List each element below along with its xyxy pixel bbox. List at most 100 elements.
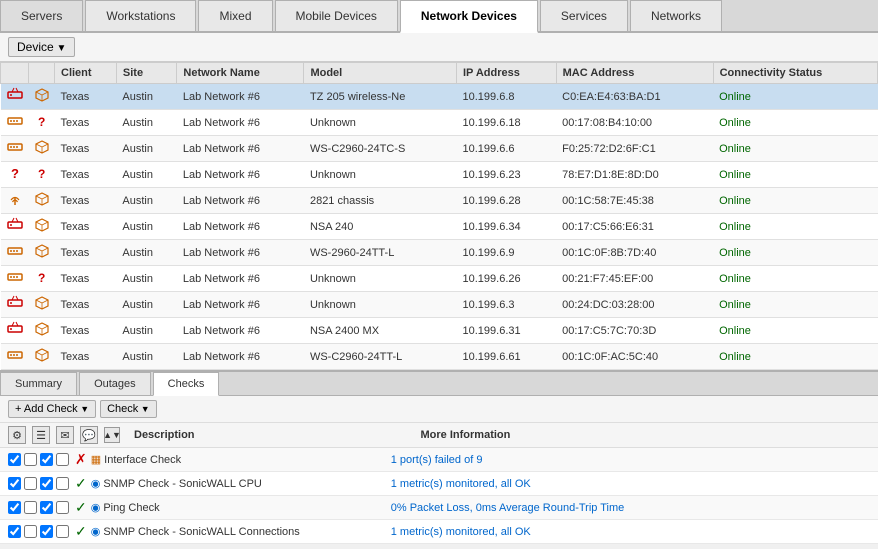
row-site: Austin: [116, 214, 177, 240]
tab-outages[interactable]: Outages: [79, 372, 151, 395]
col-mac[interactable]: MAC Address: [556, 63, 713, 84]
row-icon1: [1, 292, 29, 318]
check-desc-icon: ◉: [91, 477, 101, 490]
table-row[interactable]: Texas Austin Lab Network #6 Unknown 10.1…: [1, 292, 878, 318]
col-network-name[interactable]: Network Name: [177, 63, 304, 84]
table-row[interactable]: Texas Austin Lab Network #6 TZ 205 wirel…: [1, 84, 878, 110]
icon-sq-3[interactable]: ✉: [56, 426, 74, 444]
tab-servers[interactable]: Servers: [0, 0, 83, 31]
tab-services[interactable]: Services: [540, 0, 628, 31]
row-site: Austin: [116, 136, 177, 162]
row-site: Austin: [116, 84, 177, 110]
row-status: Online: [713, 344, 877, 370]
row-icon1: ?: [1, 162, 29, 188]
row-status: Online: [713, 292, 877, 318]
check-status-ok-icon: ✓: [75, 499, 87, 516]
check-more-info[interactable]: 1 metric(s) monitored, all OK: [391, 478, 531, 490]
device-menu-button[interactable]: Device: [8, 37, 75, 57]
row-site: Austin: [116, 292, 177, 318]
icon-sq-1[interactable]: ⚙: [8, 426, 26, 444]
row-client: Texas: [55, 318, 117, 344]
add-check-button[interactable]: + Add Check: [8, 400, 96, 418]
check-cb3[interactable]: [40, 453, 53, 466]
check-button[interactable]: Check: [100, 400, 157, 418]
row-mac: 00:17:C5:7C:70:3D: [556, 318, 713, 344]
table-row[interactable]: Texas Austin Lab Network #6 WS-C2960-24T…: [1, 344, 878, 370]
check-cb2[interactable]: [24, 453, 37, 466]
row-site: Austin: [116, 110, 177, 136]
row-model: WS-C2960-24TT-L: [304, 344, 457, 370]
row-mac: 00:1C:0F:8B:7D:40: [556, 240, 713, 266]
col-site[interactable]: Site: [116, 63, 177, 84]
row-icon2: [29, 292, 55, 318]
tab-summary[interactable]: Summary: [0, 372, 77, 395]
check-more-info[interactable]: 1 metric(s) monitored, all OK: [391, 526, 531, 538]
check-cb1[interactable]: [8, 453, 21, 466]
check-cb4[interactable]: [56, 477, 69, 490]
table-row[interactable]: Texas Austin Lab Network #6 NSA 240 10.1…: [1, 214, 878, 240]
check-cb3[interactable]: [40, 525, 53, 538]
tab-mixed[interactable]: Mixed: [198, 0, 272, 31]
svg-text:?: ?: [38, 271, 45, 284]
check-cb3[interactable]: [40, 501, 53, 514]
check-description: ▦Interface Check: [91, 453, 391, 466]
row-mac: 00:17:C5:66:E6:31: [556, 214, 713, 240]
check-cb1[interactable]: [8, 525, 21, 538]
check-cb4[interactable]: [56, 501, 69, 514]
row-status: Online: [713, 136, 877, 162]
sort-button[interactable]: ▲▼: [104, 427, 120, 443]
table-row[interactable]: ? Texas Austin Lab Network #6 Unknown 10…: [1, 266, 878, 292]
row-model: 2821 chassis: [304, 188, 457, 214]
check-cb2[interactable]: [24, 525, 37, 538]
row-ip: 10.199.6.26: [457, 266, 557, 292]
check-cb4[interactable]: [56, 453, 69, 466]
table-row[interactable]: Texas Austin Lab Network #6 WS-C2960-24T…: [1, 136, 878, 162]
check-desc-icon: ◉: [91, 525, 101, 538]
table-row[interactable]: ? Texas Austin Lab Network #6 Unknown 10…: [1, 110, 878, 136]
table-row[interactable]: Texas Austin Lab Network #6 NSA 2400 MX …: [1, 318, 878, 344]
row-client: Texas: [55, 136, 117, 162]
row-network: Lab Network #6: [177, 188, 304, 214]
row-ip: 10.199.6.9: [457, 240, 557, 266]
row-mac: C0:EA:E4:63:BA:D1: [556, 84, 713, 110]
col-model[interactable]: Model: [304, 63, 457, 84]
check-row: ✓ ◉Ping Check 0% Packet Loss, 0ms Averag…: [0, 496, 878, 520]
row-network: Lab Network #6: [177, 110, 304, 136]
check-desc-icon: ◉: [91, 501, 101, 514]
check-cb3[interactable]: [40, 477, 53, 490]
table-row[interactable]: Texas Austin Lab Network #6 2821 chassis…: [1, 188, 878, 214]
col-client[interactable]: Client: [55, 63, 117, 84]
check-cb1[interactable]: [8, 477, 21, 490]
row-site: Austin: [116, 240, 177, 266]
row-network: Lab Network #6: [177, 344, 304, 370]
check-status-ok-icon: ✓: [75, 475, 87, 492]
col-ip[interactable]: IP Address: [457, 63, 557, 84]
row-mac: 00:17:08:B4:10:00: [556, 110, 713, 136]
check-cb2[interactable]: [24, 501, 37, 514]
row-ip: 10.199.6.3: [457, 292, 557, 318]
row-network: Lab Network #6: [177, 214, 304, 240]
row-icon2: ?: [29, 162, 55, 188]
table-row[interactable]: ? ? Texas Austin Lab Network #6 Unknown …: [1, 162, 878, 188]
tab-workstations[interactable]: Workstations: [85, 0, 196, 31]
check-cb2[interactable]: [24, 477, 37, 490]
row-site: Austin: [116, 188, 177, 214]
check-description: ◉SNMP Check - SonicWALL CPU: [91, 477, 391, 490]
check-more-info[interactable]: 0% Packet Loss, 0ms Average Round-Trip T…: [391, 502, 625, 514]
icon-sq-4[interactable]: 💬: [80, 426, 98, 444]
table-row[interactable]: Texas Austin Lab Network #6 WS-2960-24TT…: [1, 240, 878, 266]
col-connectivity[interactable]: Connectivity Status: [713, 63, 877, 84]
tab-checks[interactable]: Checks: [153, 372, 220, 396]
check-more-info[interactable]: 1 port(s) failed of 9: [391, 454, 483, 466]
row-client: Texas: [55, 292, 117, 318]
check-cb4[interactable]: [56, 525, 69, 538]
tab-mobile-devices[interactable]: Mobile Devices: [275, 0, 398, 31]
row-status: Online: [713, 162, 877, 188]
tab-networks[interactable]: Networks: [630, 0, 722, 31]
row-status: Online: [713, 214, 877, 240]
check-cb1[interactable]: [8, 501, 21, 514]
row-client: Texas: [55, 110, 117, 136]
row-icon1: [1, 240, 29, 266]
tab-network-devices[interactable]: Network Devices: [400, 0, 538, 33]
icon-sq-2[interactable]: ☰: [32, 426, 50, 444]
